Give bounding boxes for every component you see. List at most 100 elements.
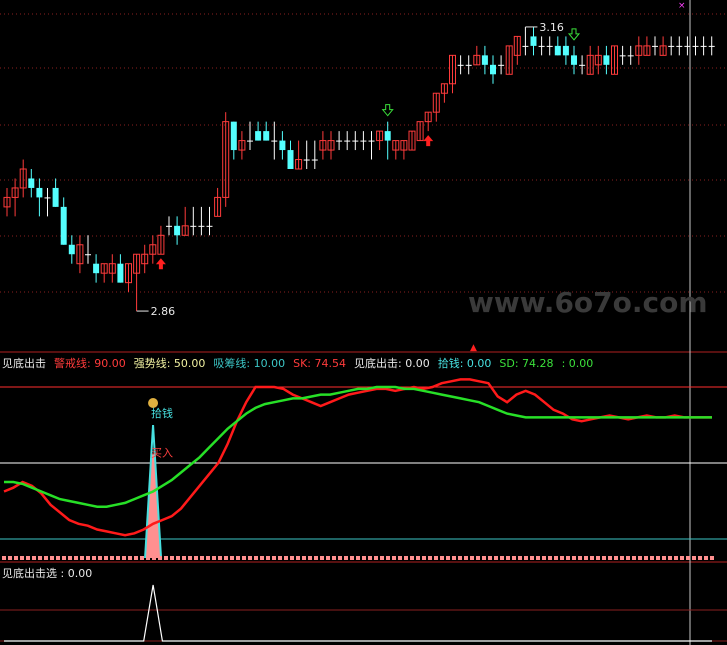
watermark-text: www.6o7o.com — [468, 286, 708, 319]
baseline-marker — [470, 556, 474, 560]
candle-body — [530, 36, 537, 46]
baseline-marker — [98, 556, 102, 560]
baseline-marker — [644, 556, 648, 560]
baseline-marker — [200, 556, 204, 560]
indicator-legend-item: 见底出击 — [2, 356, 46, 370]
baseline-marker — [236, 556, 240, 560]
baseline-marker — [26, 556, 30, 560]
baseline-marker — [104, 556, 108, 560]
baseline-marker — [428, 556, 432, 560]
baseline-marker — [380, 556, 384, 560]
candle-body — [60, 206, 67, 245]
baseline-marker — [218, 556, 222, 560]
price-candles[interactable] — [3, 26, 715, 312]
baseline-marker — [152, 556, 156, 560]
sk-line — [3, 378, 712, 537]
baseline-marker — [314, 556, 318, 560]
baseline-marker — [476, 556, 480, 560]
baseline-marker — [230, 556, 234, 560]
baseline-marker — [80, 556, 84, 560]
baseline-marker — [188, 556, 192, 560]
candle-body — [287, 150, 294, 169]
baseline-marker — [590, 556, 594, 560]
baseline-marker — [110, 556, 114, 560]
baseline-marker — [674, 556, 678, 560]
candle-body — [684, 45, 691, 47]
candle-body — [700, 45, 707, 47]
baseline-marker — [32, 556, 36, 560]
indicator-legend-item: SD: 74.28 — [499, 357, 553, 370]
candle-body — [481, 55, 488, 65]
indicator-legend-item: 强势线: 50.00 — [134, 356, 206, 370]
candle-body — [198, 225, 205, 227]
marker-icon: × — [678, 1, 686, 11]
candle-body — [538, 45, 545, 47]
candle-body — [457, 64, 464, 66]
signal-lines[interactable] — [4, 584, 712, 642]
candle-body — [279, 140, 286, 151]
candle-body — [336, 140, 343, 142]
baseline-marker — [434, 556, 438, 560]
baseline-marker — [530, 556, 534, 560]
baseline-marker — [596, 556, 600, 560]
candle-body — [28, 178, 35, 188]
candle-body — [117, 263, 124, 283]
baseline-marker — [698, 556, 702, 560]
baseline-marker — [704, 556, 708, 560]
candle-body — [206, 225, 213, 227]
baseline-marker — [140, 556, 144, 560]
baseline-marker — [92, 556, 96, 560]
baseline-marker — [176, 556, 180, 560]
baseline-marker — [620, 556, 624, 560]
candle-body — [692, 45, 699, 47]
baseline-marker — [572, 556, 576, 560]
baseline-marker — [86, 556, 90, 560]
candle-body — [627, 55, 634, 57]
baseline-marker — [290, 556, 294, 560]
candle-body — [360, 140, 367, 142]
candle-body — [652, 45, 658, 47]
baseline-marker — [350, 556, 354, 560]
baseline-marker — [524, 556, 528, 560]
baseline-marker — [578, 556, 582, 560]
baseline-marker — [662, 556, 666, 560]
baseline-marker — [302, 556, 306, 560]
candle-body — [554, 45, 561, 56]
signal-legend: 见底出击选 : 0.00 — [2, 566, 92, 580]
baseline-marker — [626, 556, 630, 560]
baseline-marker — [170, 556, 174, 560]
baseline-marker — [452, 556, 456, 560]
low-label: 2.86 — [151, 305, 176, 318]
candle-body — [303, 159, 310, 161]
candle-body — [562, 45, 569, 56]
candle-body — [36, 187, 43, 198]
candle-body — [619, 55, 626, 57]
candle-body — [230, 121, 237, 151]
baseline-marker — [374, 556, 378, 560]
baseline-marker — [326, 556, 330, 560]
chart-canvas[interactable]: www.6o7o.com 3.16 2.86 × 拾钱买入 见底出击 警戒线: 90.00… — [0, 0, 727, 645]
candle-body — [668, 45, 675, 47]
candle-body — [384, 131, 391, 141]
cursor-mark: ▲ — [470, 343, 477, 353]
baseline-marker — [284, 556, 288, 560]
baseline-marker — [536, 556, 540, 560]
baseline-marker — [8, 556, 12, 560]
baseline-marker — [446, 556, 450, 560]
baseline-marker — [404, 556, 408, 560]
baseline-marker — [194, 556, 198, 560]
baseline-marker — [50, 556, 54, 560]
baseline-marker — [632, 556, 636, 560]
baseline-marker — [146, 556, 150, 560]
indicator-lines[interactable] — [2, 378, 714, 560]
baseline-marker — [122, 556, 126, 560]
baseline-marker — [260, 556, 264, 560]
money-label: 拾钱 — [151, 406, 173, 420]
baseline-marker — [482, 556, 486, 560]
baseline-marker — [158, 556, 162, 560]
indicator-legend-item: : 0.00 — [562, 357, 594, 370]
baseline-marker — [356, 556, 360, 560]
candle-body — [546, 45, 553, 47]
baseline-marker — [44, 556, 48, 560]
baseline-marker — [554, 556, 558, 560]
